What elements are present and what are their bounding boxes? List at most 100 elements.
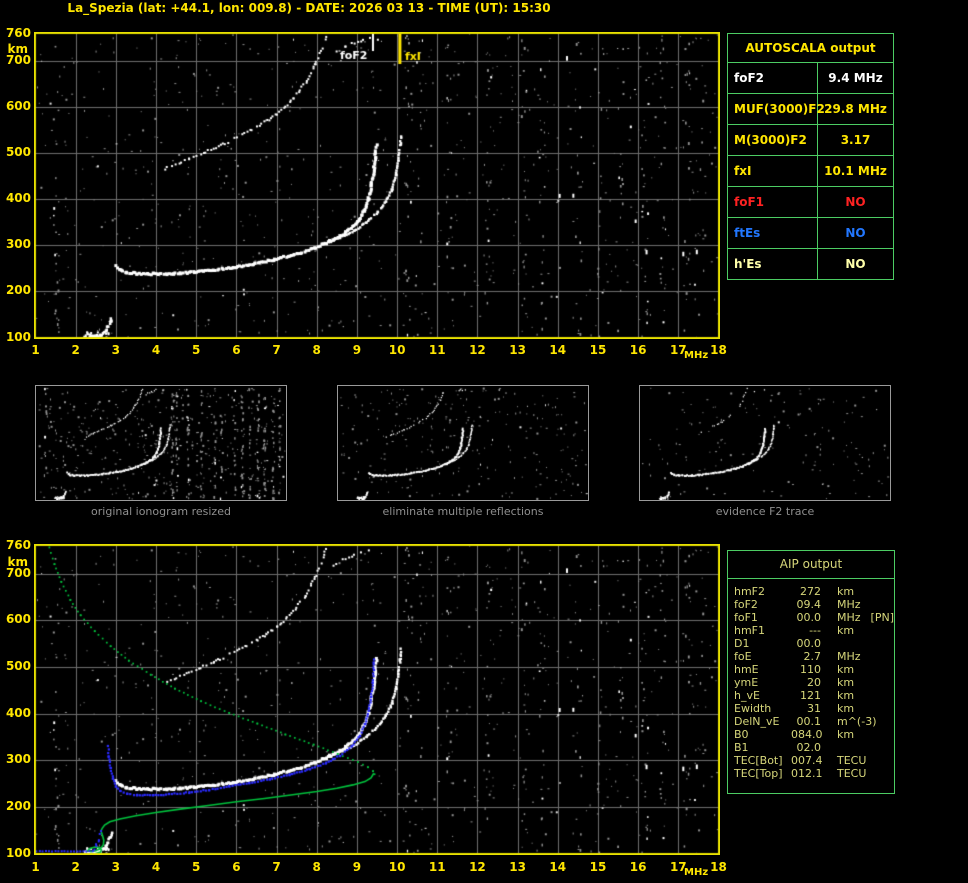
aip-row-note: [PN] <box>870 611 894 624</box>
aip-row-value: 2.7 <box>803 650 822 663</box>
aip-row-foE: foE 2.7 MHz <box>734 650 894 663</box>
x-tick-label: 15 <box>589 860 607 874</box>
autoscala-row-label: ftEs <box>728 218 818 248</box>
aip-row-value: 09.4 <box>796 598 822 611</box>
x-tick-label: 9 <box>352 860 362 874</box>
aip-row-unit: MHz <box>837 650 861 663</box>
x-tick-label: 2 <box>71 343 80 357</box>
y-tick-label: 400 <box>5 705 31 720</box>
x-tick-label: 9 <box>352 343 362 357</box>
y-tick-label: 500 <box>5 658 31 673</box>
aip-row-hmF2: hmF2 272 km <box>734 585 894 598</box>
aip-row-unit: km <box>837 676 855 689</box>
x-tick-label: 1 <box>31 343 40 357</box>
x-tick-label: 13 <box>509 860 526 874</box>
top-x-axis-unit: MHz <box>684 350 709 361</box>
aip-row-value: 121 <box>800 689 821 702</box>
x-tick-label: 14 <box>549 343 567 357</box>
autoscala-row-value: NO <box>845 257 866 271</box>
autoscala-row-label: foF1 <box>728 187 818 217</box>
aip-row-unit: TECU <box>837 754 867 767</box>
x-tick-label: 2 <box>71 860 80 874</box>
x-tick-label: 15 <box>589 343 607 357</box>
y-tick-label: 300 <box>5 237 31 252</box>
thumbnail-original-canvas <box>36 386 286 500</box>
x-tick-label: 8 <box>312 860 321 874</box>
aip-row-hmF1: hmF1 --- km <box>734 624 894 637</box>
aip-row-value: 272 <box>800 585 821 598</box>
autoscala-row-MUF(3000)F2: MUF(3000)F2 29.8 MHz <box>728 94 893 125</box>
x-tick-label: 3 <box>111 860 121 874</box>
x-tick-label: 8 <box>312 343 321 357</box>
aip-row-unit: km <box>837 689 855 702</box>
aip-table-title: AIP output <box>728 551 894 579</box>
x-tick-label: 16 <box>629 343 647 357</box>
aip-row-value: 31 <box>807 702 821 715</box>
aip-row-value: 00.0 <box>796 611 822 624</box>
x-tick-label: 1 <box>31 860 40 874</box>
aip-row-label: h_vE <box>734 689 760 702</box>
x-tick-label: 11 <box>428 343 446 357</box>
x-tick-label: 3 <box>111 343 121 357</box>
aip-row-unit: MHz <box>837 598 861 611</box>
thumbnail-evidence-canvas <box>640 386 890 500</box>
autoscala-row-h'Es: h'Es NO <box>728 249 893 279</box>
y-tick-label: 700 <box>5 53 31 68</box>
y-tick-label: 600 <box>5 612 31 627</box>
autoscala-table-rows: foF2 9.4 MHz MUF(3000)F2 29.8 MHz M(3000)F2 3… <box>728 63 893 279</box>
autoscala-row-fxI: fxI 10.1 MHz <box>728 156 893 187</box>
aip-row-hmE: hmE 110 km <box>734 663 894 676</box>
aip-row-DelN_vE: DelN_vE 00.1 m^(-3) <box>734 715 894 728</box>
aip-row-value: 02.0 <box>796 741 822 754</box>
x-tick-label: 7 <box>272 860 281 874</box>
bottom-ionogram-canvas <box>34 544 720 855</box>
autoscala-row-value: NO <box>845 226 866 240</box>
aip-row-label: B0 <box>734 728 749 741</box>
aip-row-value: 00.1 <box>796 715 822 728</box>
y-tick-label: 700 <box>5 565 31 580</box>
x-tick-label: 6 <box>232 860 241 874</box>
x-tick-label: 7 <box>272 343 281 357</box>
y-tick-label: 400 <box>5 191 31 206</box>
aip-row-unit: km <box>837 728 855 741</box>
aip-row-label: foF1 <box>734 611 758 624</box>
thumbnail-eliminate-canvas <box>338 386 588 500</box>
y-tick-label: 600 <box>5 99 31 114</box>
aip-row-value: 00.0 <box>796 637 822 650</box>
aip-row-foF2: foF2 09.4 MHz <box>734 598 894 611</box>
autoscala-screen: { "header": { "title": "La_Spezia (lat: … <box>0 0 968 883</box>
aip-row-h_vE: h_vE 121 km <box>734 689 894 702</box>
x-tick-label: 4 <box>151 860 161 874</box>
aip-row-unit: km <box>837 624 855 637</box>
aip-row-TEC[Top]: TEC[Top] 012.1 TECU <box>734 767 894 780</box>
aip-row-value: 007.4 <box>791 754 823 767</box>
aip-row-unit: MHz <box>837 611 861 624</box>
aip-row-unit: TECU <box>837 767 867 780</box>
aip-row-label: hmE <box>734 663 759 676</box>
thumbnail-evidence-caption: evidence F2 trace <box>715 505 815 518</box>
aip-row-label: Ewidth <box>734 702 772 715</box>
autoscala-row-M(3000)F2: M(3000)F2 3.17 <box>728 125 893 156</box>
aip-row-value: 084.0 <box>791 728 823 741</box>
thumbnail-original-caption: original ionogram resized <box>91 505 231 518</box>
aip-row-label: D1 <box>734 637 750 650</box>
autoscala-table-title: AUTOSCALA output <box>728 34 893 63</box>
aip-row-label: hmF2 <box>734 585 766 598</box>
x-tick-label: 14 <box>549 860 567 874</box>
y-tick-label: 760 <box>5 537 31 552</box>
x-tick-label: 16 <box>629 860 647 874</box>
x-tick-label: 6 <box>232 343 241 357</box>
y-tick-label: 760 <box>5 25 31 40</box>
aip-row-unit: km <box>837 585 855 598</box>
x-tick-label: 18 <box>710 343 727 357</box>
autoscala-row-label: foF2 <box>728 63 818 93</box>
top-ionogram-canvas <box>34 32 720 339</box>
x-tick-label: 10 <box>388 860 406 874</box>
x-tick-label: 11 <box>428 860 446 874</box>
aip-row-value: 012.1 <box>791 767 823 780</box>
aip-row-foF1: foF1 00.0 MHz [PN] <box>734 611 894 624</box>
y-tick-label: 200 <box>5 283 31 298</box>
autoscala-row-label: h'Es <box>728 249 818 279</box>
autoscala-row-value: NO <box>845 195 866 209</box>
autoscala-row-label: fxI <box>728 156 818 186</box>
